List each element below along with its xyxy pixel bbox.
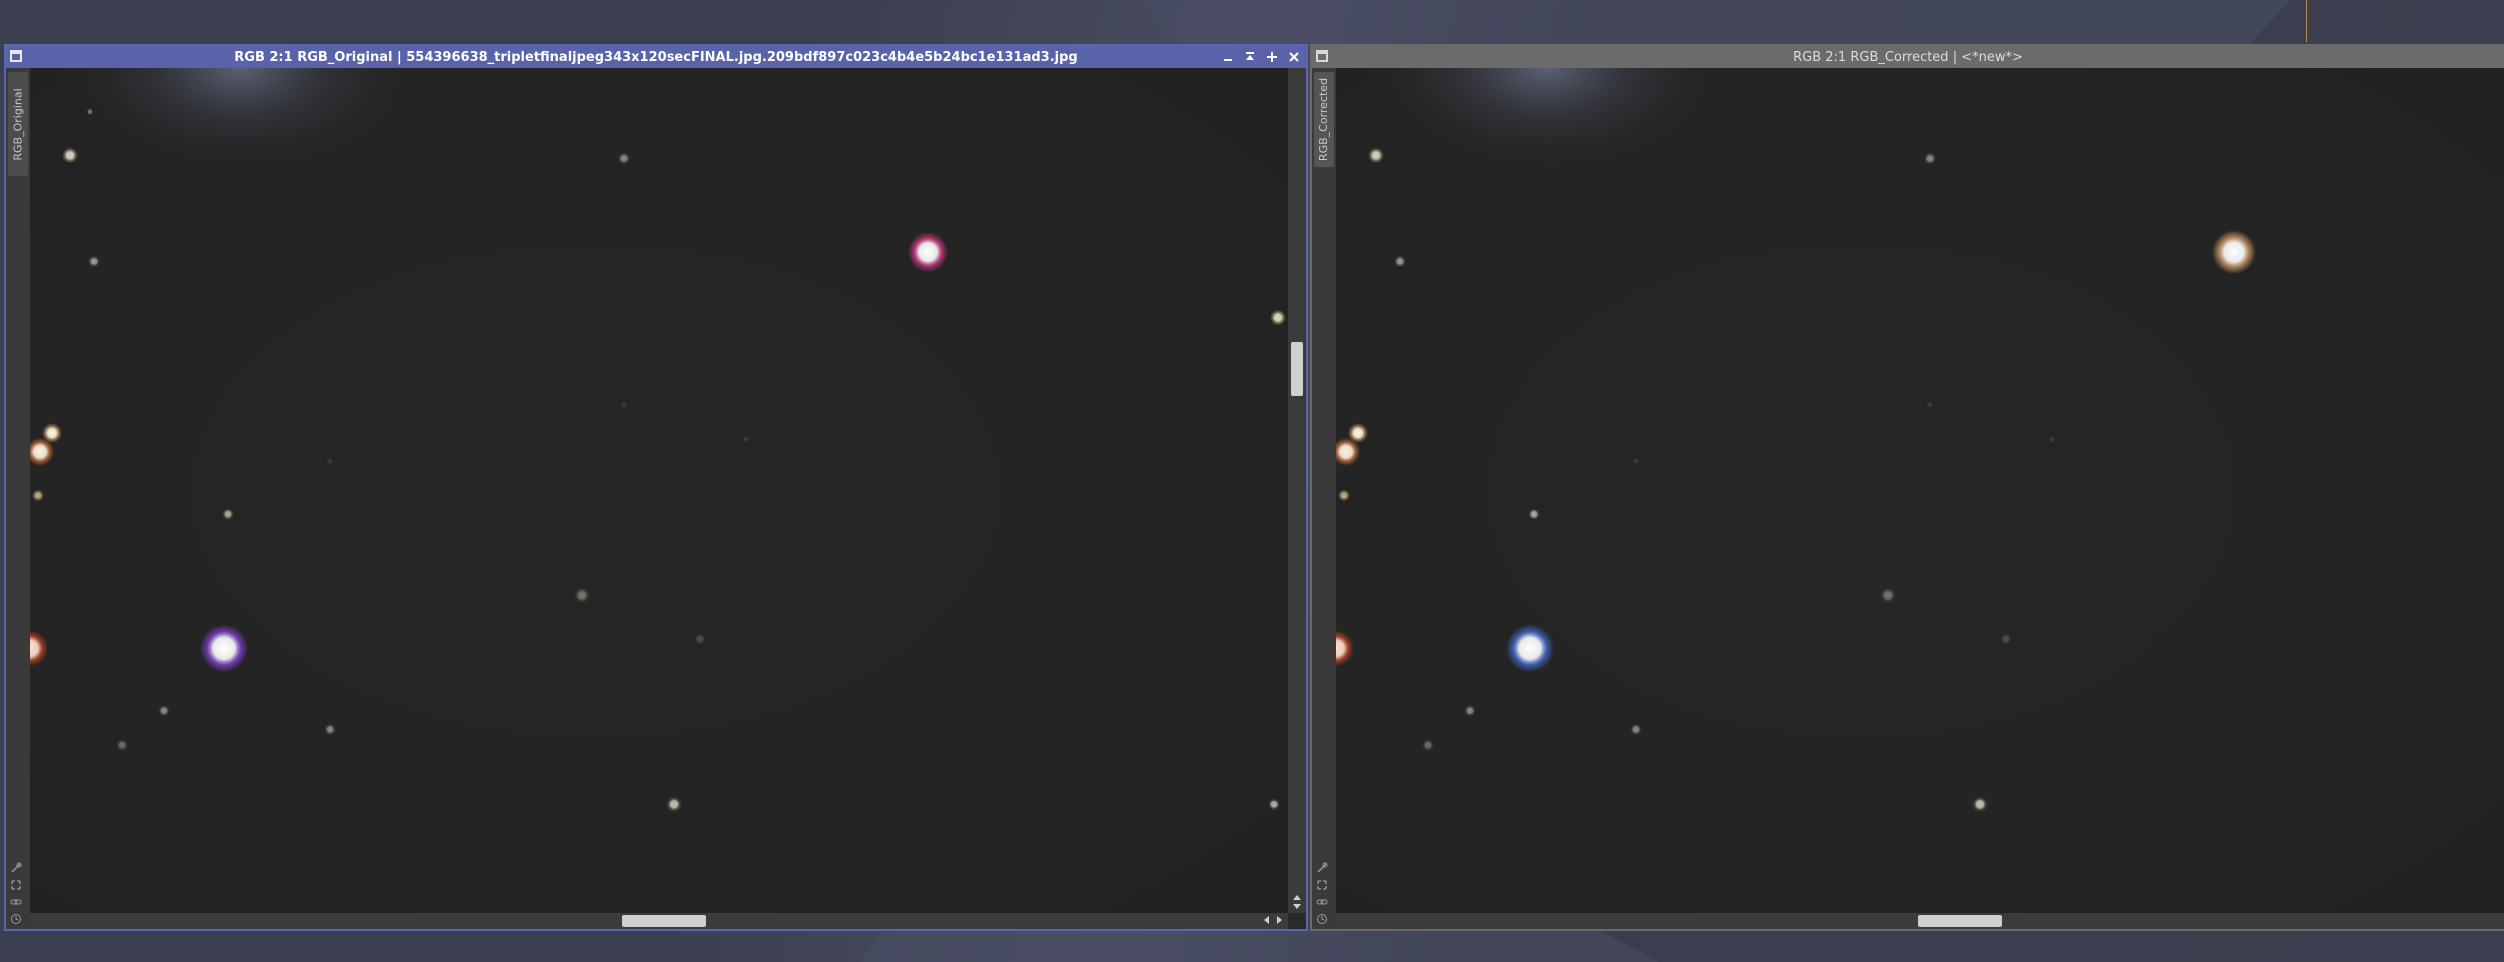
- star: [1336, 630, 1354, 667]
- star: [1422, 739, 1434, 752]
- window-controls-original: [1220, 46, 1302, 68]
- history-icon[interactable]: [1316, 913, 1328, 925]
- star: [1924, 152, 1936, 165]
- star: [1632, 457, 1640, 466]
- star: [158, 704, 170, 717]
- link-icon[interactable]: [1316, 896, 1328, 908]
- horizontal-scrollbar[interactable]: [30, 913, 1288, 929]
- zoom-fit-icon[interactable]: [10, 879, 22, 891]
- star: [30, 630, 48, 667]
- minimize-icon[interactable]: [1220, 49, 1236, 65]
- scroll-left-icon[interactable]: [1262, 914, 1270, 926]
- horizontal-scrollbar[interactable]: [1336, 913, 2504, 929]
- star: [32, 489, 44, 502]
- star: [1268, 798, 1280, 811]
- star: [1880, 587, 1896, 604]
- view-tab-original[interactable]: RGB_Original: [8, 72, 28, 176]
- link-icon[interactable]: [10, 896, 22, 908]
- titlebar-original[interactable]: RGB 2:1 RGB_Original | 554396638_triplet…: [6, 46, 1306, 68]
- image-window-corrected[interactable]: RGB 2:1 RGB_Corrected | <*new*> RGB_Corr…: [1310, 44, 2504, 931]
- window-icon[interactable]: [10, 50, 22, 62]
- desktop-divider-line: [2306, 0, 2307, 42]
- window-icon[interactable]: [1316, 50, 1328, 62]
- pin-icon[interactable]: [10, 862, 22, 874]
- star: [742, 435, 750, 444]
- star: [200, 624, 248, 673]
- horizontal-scroll-thumb[interactable]: [622, 915, 706, 927]
- titlebar-corrected[interactable]: RGB 2:1 RGB_Corrected | <*new*>: [1312, 46, 2504, 68]
- star: [1630, 723, 1642, 736]
- star-field-corrected: [1336, 68, 2256, 813]
- star: [2000, 632, 2012, 645]
- star: [1528, 508, 1540, 521]
- shade-icon[interactable]: [1242, 49, 1258, 65]
- side-strip-corrected: RGB_Corrected: [1312, 68, 1336, 929]
- star: [1926, 400, 1934, 409]
- star: [620, 400, 628, 409]
- image-viewport-original[interactable]: [30, 68, 1288, 913]
- history-icon[interactable]: [10, 913, 22, 925]
- vertical-scroll-thumb[interactable]: [1291, 342, 1303, 396]
- nebula-glow: [1356, 68, 1736, 178]
- star: [1368, 147, 1384, 164]
- star: [2212, 230, 2256, 275]
- star: [222, 508, 234, 521]
- star: [62, 147, 78, 164]
- maximize-icon[interactable]: [1264, 49, 1280, 65]
- star: [324, 723, 336, 736]
- window-title-original: RGB 2:1 RGB_Original | 554396638_triplet…: [234, 49, 1078, 65]
- close-icon[interactable]: [1286, 49, 1302, 65]
- star: [1394, 255, 1406, 268]
- vertical-scroll-arrows: [1291, 893, 1303, 911]
- star: [88, 255, 100, 268]
- star: [908, 232, 948, 273]
- side-tools-corrected: [1316, 862, 1328, 925]
- star: [1464, 704, 1476, 717]
- star: [116, 739, 128, 752]
- star: [1972, 796, 1988, 813]
- pin-icon[interactable]: [1316, 862, 1328, 874]
- view-tab-corrected[interactable]: RGB_Corrected: [1314, 72, 1334, 167]
- star: [326, 457, 334, 466]
- scroll-up-icon[interactable]: [1291, 893, 1303, 901]
- star: [574, 587, 590, 604]
- side-tools-original: [10, 862, 22, 925]
- side-strip-original: RGB_Original: [6, 68, 30, 929]
- vertical-scrollbar[interactable]: [1288, 68, 1306, 913]
- window-title-corrected: RGB 2:1 RGB_Corrected | <*new*>: [1793, 49, 2023, 65]
- view-tab-label: RGB_Corrected: [1317, 77, 1331, 162]
- zoom-fit-icon[interactable]: [1316, 879, 1328, 891]
- star: [618, 152, 630, 165]
- horizontal-scroll-arrows: [1262, 914, 1284, 926]
- star: [666, 796, 682, 813]
- star: [86, 107, 94, 116]
- star: [1270, 309, 1286, 326]
- star: [2048, 435, 2056, 444]
- scroll-down-icon[interactable]: [1291, 903, 1303, 911]
- horizontal-scroll-thumb[interactable]: [1918, 915, 2002, 927]
- star: [1506, 624, 1554, 673]
- star-field-original: [30, 68, 1286, 813]
- image-window-original[interactable]: RGB 2:1 RGB_Original | 554396638_triplet…: [4, 44, 1308, 931]
- image-viewport-corrected[interactable]: [1336, 68, 2504, 913]
- star: [694, 632, 706, 645]
- nebula-glow: [50, 68, 430, 178]
- view-tab-label: RGB_Original: [11, 87, 25, 161]
- star: [1338, 489, 1350, 502]
- scroll-right-icon[interactable]: [1276, 914, 1284, 926]
